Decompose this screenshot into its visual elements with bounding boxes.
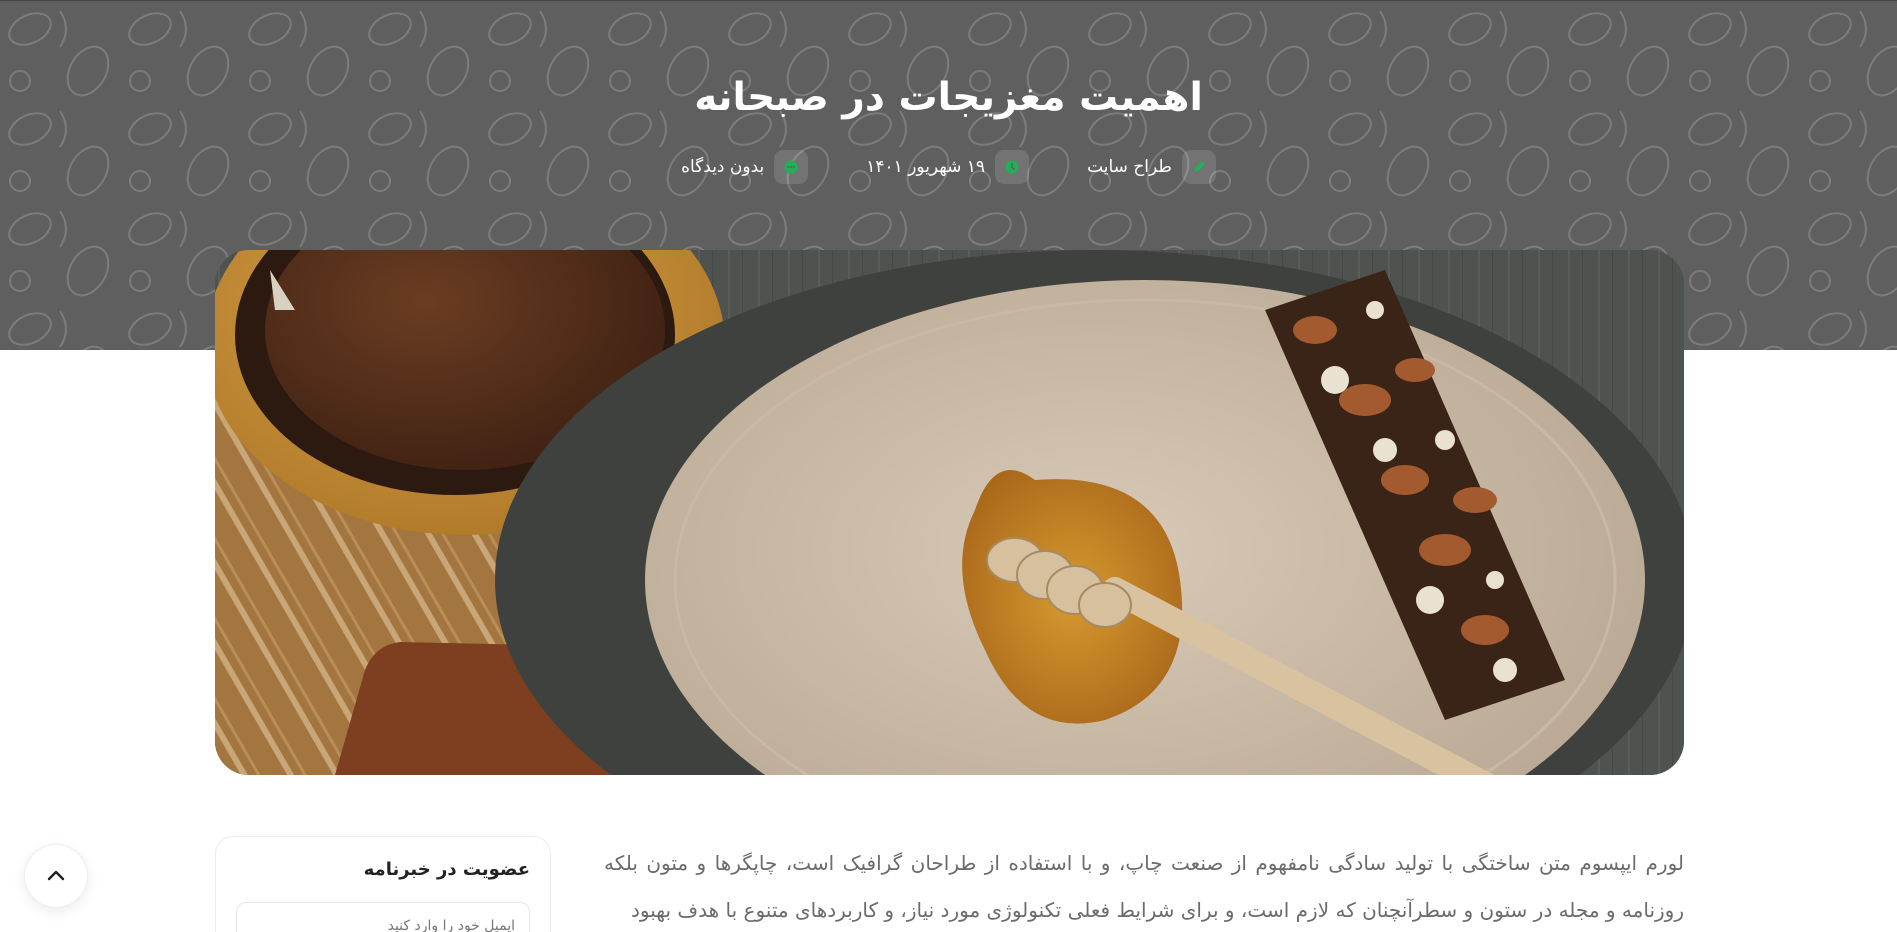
meta-date-label: ۱۹ شهریور ۱۴۰۱ xyxy=(866,157,986,177)
newsletter-email-input[interactable] xyxy=(236,902,530,932)
meta-author[interactable]: طراح سایت xyxy=(1087,150,1216,184)
breakfast-photo xyxy=(215,250,1684,775)
meta-comments-label: بدون دیدگاه xyxy=(681,157,765,177)
scroll-to-top-button[interactable] xyxy=(24,844,88,908)
pencil-icon xyxy=(1181,150,1216,184)
meta-date: ۱۹ شهریور ۱۴۰۱ xyxy=(866,150,1030,184)
post-meta: طراح سایت ۱۹ شهریور ۱۴۰۱ بدون دیدگاه xyxy=(0,149,1897,185)
newsletter-title: عضویت در خبرنامه xyxy=(363,859,530,880)
clock-icon xyxy=(995,150,1030,184)
newsletter-widget: عضویت در خبرنامه xyxy=(215,836,551,932)
chevron-up-icon xyxy=(47,870,65,881)
meta-author-label: طراح سایت xyxy=(1087,157,1172,177)
post-title: اهمیت مغزیجات در صبحانه xyxy=(694,75,1203,120)
comment-icon xyxy=(774,150,809,184)
article-paragraph: لورم ایپسوم متن ساختگی با تولید سادگی نا… xyxy=(604,851,1684,922)
meta-comments[interactable]: بدون دیدگاه xyxy=(681,150,809,184)
featured-image xyxy=(215,250,1684,775)
article-body: لورم ایپسوم متن ساختگی با تولید سادگی نا… xyxy=(604,840,1684,932)
